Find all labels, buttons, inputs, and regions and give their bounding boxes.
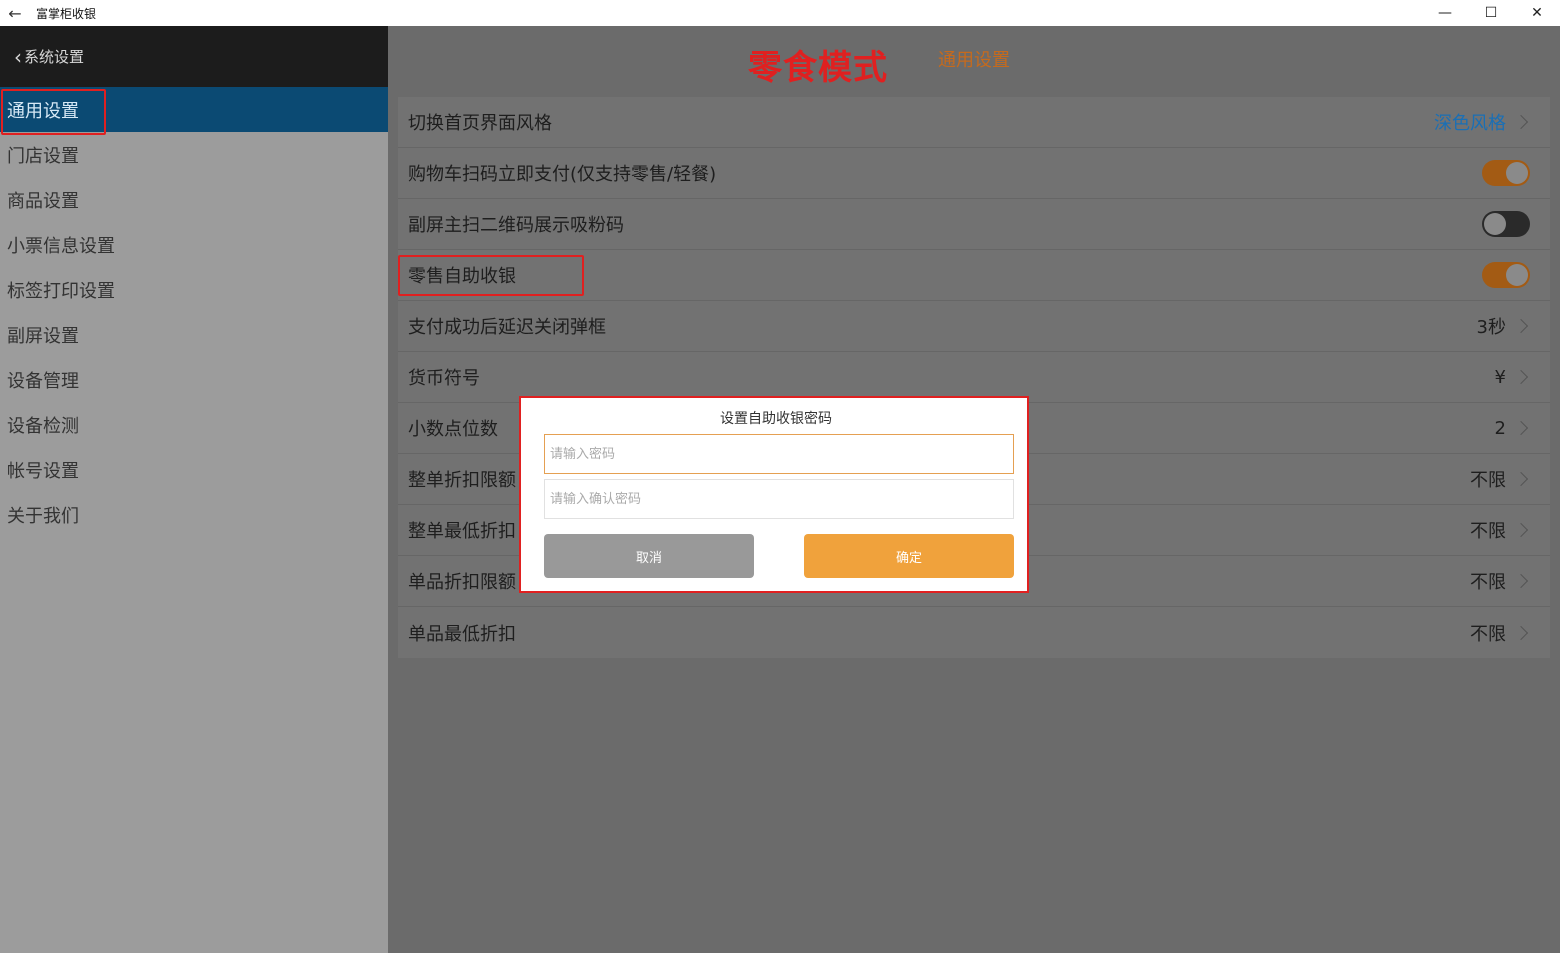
minimize-icon[interactable]: —: [1422, 0, 1468, 26]
setting-label: 整单折扣限额: [408, 470, 516, 491]
sidebar-item-device-check[interactable]: 设备检测: [0, 402, 388, 447]
sidebar-header-label: 系统设置: [24, 48, 85, 66]
setting-value: 2: [1494, 417, 1506, 439]
sidebar-item-general[interactable]: 通用设置: [0, 87, 388, 132]
setting-value: 不限: [1470, 623, 1506, 645]
sidebar-back-button[interactable]: ‹ 系统设置: [0, 26, 388, 87]
back-arrow-icon[interactable]: ←: [0, 0, 30, 26]
sidebar-item-device-management[interactable]: 设备管理: [0, 357, 388, 402]
toggle-switch[interactable]: [1482, 160, 1530, 186]
cancel-button[interactable]: 取消: [544, 534, 754, 578]
toggle-switch[interactable]: [1482, 211, 1530, 237]
setting-value: 不限: [1470, 521, 1506, 542]
maximize-icon[interactable]: ☐: [1468, 0, 1514, 26]
password-dialog: 设置自助收银密码 取消 确定: [519, 396, 1029, 593]
setting-value: 3秒: [1476, 317, 1506, 338]
setting-value: 深色风格: [1434, 113, 1506, 134]
setting-value: ¥: [1494, 366, 1506, 388]
close-icon[interactable]: ✕: [1514, 0, 1560, 26]
setting-row-item-min-discount[interactable]: 单品最低折扣 不限: [398, 607, 1550, 658]
toggle-knob: [1506, 162, 1528, 184]
setting-label: 支付成功后延迟关闭弹框: [408, 317, 606, 338]
main-header: 零食模式 通用设置: [388, 26, 1560, 88]
chevron-right-icon: [1513, 471, 1529, 487]
chevron-left-icon: ‹: [14, 44, 22, 69]
sidebar-item-about[interactable]: 关于我们: [0, 492, 388, 537]
setting-label: 副屏主扫二维码展示吸粉码: [408, 215, 624, 236]
chevron-right-icon: [1513, 625, 1529, 640]
page-title: 通用设置: [938, 50, 1010, 71]
window-title: 富掌柜收银: [36, 6, 97, 21]
setting-value: 不限: [1470, 470, 1506, 491]
setting-label: 单品折扣限额: [408, 572, 516, 593]
toggle-knob: [1484, 213, 1506, 235]
setting-label: 小数点位数: [408, 419, 498, 440]
confirm-password-input[interactable]: [544, 479, 1014, 519]
window-titlebar: ← 富掌柜收银 — ☐ ✕: [0, 0, 1560, 26]
sidebar-item-label-print[interactable]: 标签打印设置: [0, 267, 388, 312]
setting-label: 切换首页界面风格: [408, 113, 552, 134]
chevron-right-icon: [1513, 522, 1529, 538]
window-controls: — ☐ ✕: [1422, 0, 1560, 26]
setting-value: 不限: [1470, 572, 1506, 593]
password-input[interactable]: [544, 434, 1014, 474]
sidebar-item-receipt[interactable]: 小票信息设置: [0, 222, 388, 267]
mode-title: 零食模式: [748, 48, 888, 88]
setting-row-self-checkout: 零售自助收银: [398, 250, 1550, 301]
dialog-title: 设置自助收银密码: [720, 411, 832, 427]
chevron-right-icon: [1513, 318, 1529, 334]
setting-label: 单品最低折扣: [408, 623, 516, 645]
sidebar: ‹ 系统设置 通用设置 门店设置 商品设置 小票信息设置 标签打印设置 副屏设置…: [0, 26, 388, 953]
setting-label: 购物车扫码立即支付(仅支持零售/轻餐): [408, 164, 717, 185]
confirm-button[interactable]: 确定: [804, 534, 1014, 578]
setting-row-scan-pay: 购物车扫码立即支付(仅支持零售/轻餐): [398, 148, 1550, 199]
sidebar-item-secondary-screen[interactable]: 副屏设置: [0, 312, 388, 357]
setting-row-close-delay[interactable]: 支付成功后延迟关闭弹框 3秒: [398, 301, 1550, 352]
chevron-right-icon: [1513, 573, 1529, 589]
sidebar-item-account[interactable]: 帐号设置: [0, 447, 388, 492]
chevron-right-icon: [1513, 114, 1529, 130]
chevron-right-icon: [1513, 420, 1529, 436]
setting-label: 货币符号: [408, 368, 480, 389]
sidebar-item-product[interactable]: 商品设置: [0, 177, 388, 222]
setting-row-fan-code: 副屏主扫二维码展示吸粉码: [398, 199, 1550, 250]
toggle-knob: [1506, 264, 1528, 286]
chevron-right-icon: [1513, 369, 1529, 385]
setting-label: 零售自助收银: [408, 266, 516, 287]
sidebar-item-store[interactable]: 门店设置: [0, 132, 388, 177]
setting-label: 整单最低折扣: [408, 521, 516, 542]
toggle-switch[interactable]: [1482, 262, 1530, 288]
setting-row-home-style[interactable]: 切换首页界面风格 深色风格: [398, 97, 1550, 148]
